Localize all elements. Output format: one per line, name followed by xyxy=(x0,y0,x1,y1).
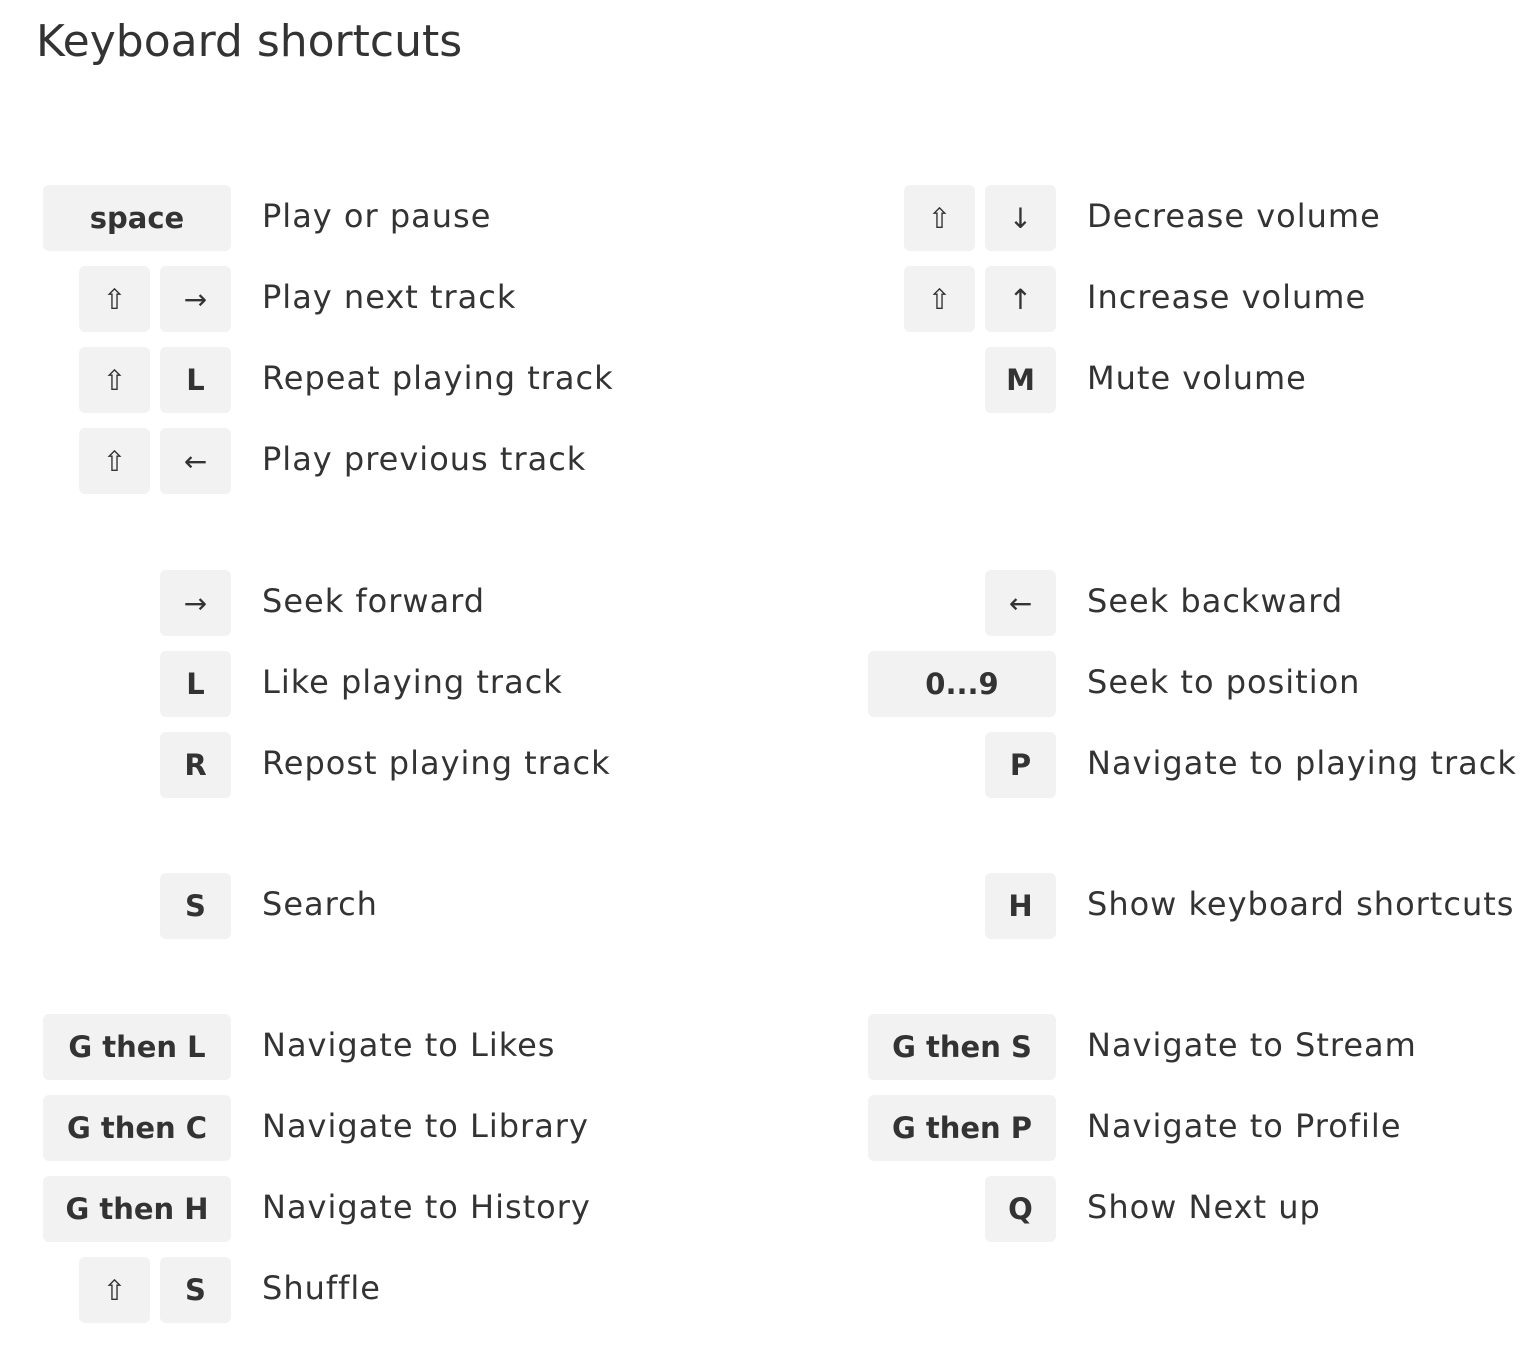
up-arrow-key: ↑ xyxy=(985,266,1056,332)
shortcut-row-increase-volume: ↑ ⇧ Increase volume xyxy=(0,266,1531,332)
shortcut-row-navigate-to-stream: G then S Navigate to Stream xyxy=(0,1014,1531,1080)
s-key: S xyxy=(160,1257,231,1323)
shortcut-description: Increase volume xyxy=(1087,278,1367,316)
shift-key: ⇧ xyxy=(904,266,975,332)
shortcut-row-seek-backward: ← Seek backward xyxy=(0,570,1531,636)
digits-key: 0...9 xyxy=(868,651,1056,717)
left-arrow-key: ← xyxy=(985,570,1056,636)
shortcut-description: Seek to position xyxy=(1087,663,1361,701)
shortcut-row-navigate-to-profile: G then P Navigate to Profile xyxy=(0,1095,1531,1161)
p-key: P xyxy=(985,732,1056,798)
shortcut-description: Show keyboard shortcuts xyxy=(1087,885,1515,923)
shortcut-description: Mute volume xyxy=(1087,359,1307,397)
shortcut-row-decrease-volume: ↓ ⇧ Decrease volume xyxy=(0,185,1531,251)
shortcut-row-show-keyboard-shortcuts: H Show keyboard shortcuts xyxy=(0,873,1531,939)
shift-key: ⇧ xyxy=(904,185,975,251)
m-key: M xyxy=(985,347,1056,413)
shortcut-description: Navigate to Stream xyxy=(1087,1026,1417,1064)
left-arrow-key: ← xyxy=(160,428,231,494)
g-then-p-key: G then P xyxy=(868,1095,1056,1161)
g-then-s-key: G then S xyxy=(868,1014,1056,1080)
q-key: Q xyxy=(985,1176,1056,1242)
shortcut-description: Show Next up xyxy=(1087,1188,1321,1226)
shortcut-row-play-previous-track: ← ⇧ Play previous track xyxy=(0,428,1531,494)
down-arrow-key: ↓ xyxy=(985,185,1056,251)
shortcuts-list: space Play or pause → ⇧ Play next track L ⇧ Rep… xyxy=(0,0,1531,1352)
shortcut-row-show-next-up: Q Show Next up xyxy=(0,1176,1531,1242)
shortcut-description: Shuffle xyxy=(262,1269,381,1307)
shortcut-row-mute-volume: M Mute volume xyxy=(0,347,1531,413)
shortcut-description: Play previous track xyxy=(262,440,587,478)
shortcut-description: Navigate to Profile xyxy=(1087,1107,1402,1145)
shift-key: ⇧ xyxy=(79,1257,150,1323)
shortcut-description: Seek backward xyxy=(1087,582,1344,620)
shortcut-description: Navigate to playing track xyxy=(1087,744,1517,782)
shortcut-row-shuffle: S ⇧ Shuffle xyxy=(0,1257,1531,1323)
shift-key: ⇧ xyxy=(79,428,150,494)
shortcut-row-navigate-to-playing-track: P Navigate to playing track xyxy=(0,732,1531,798)
shortcut-description: Decrease volume xyxy=(1087,197,1381,235)
h-key: H xyxy=(985,873,1056,939)
shortcut-row-seek-to-position: 0...9 Seek to position xyxy=(0,651,1531,717)
